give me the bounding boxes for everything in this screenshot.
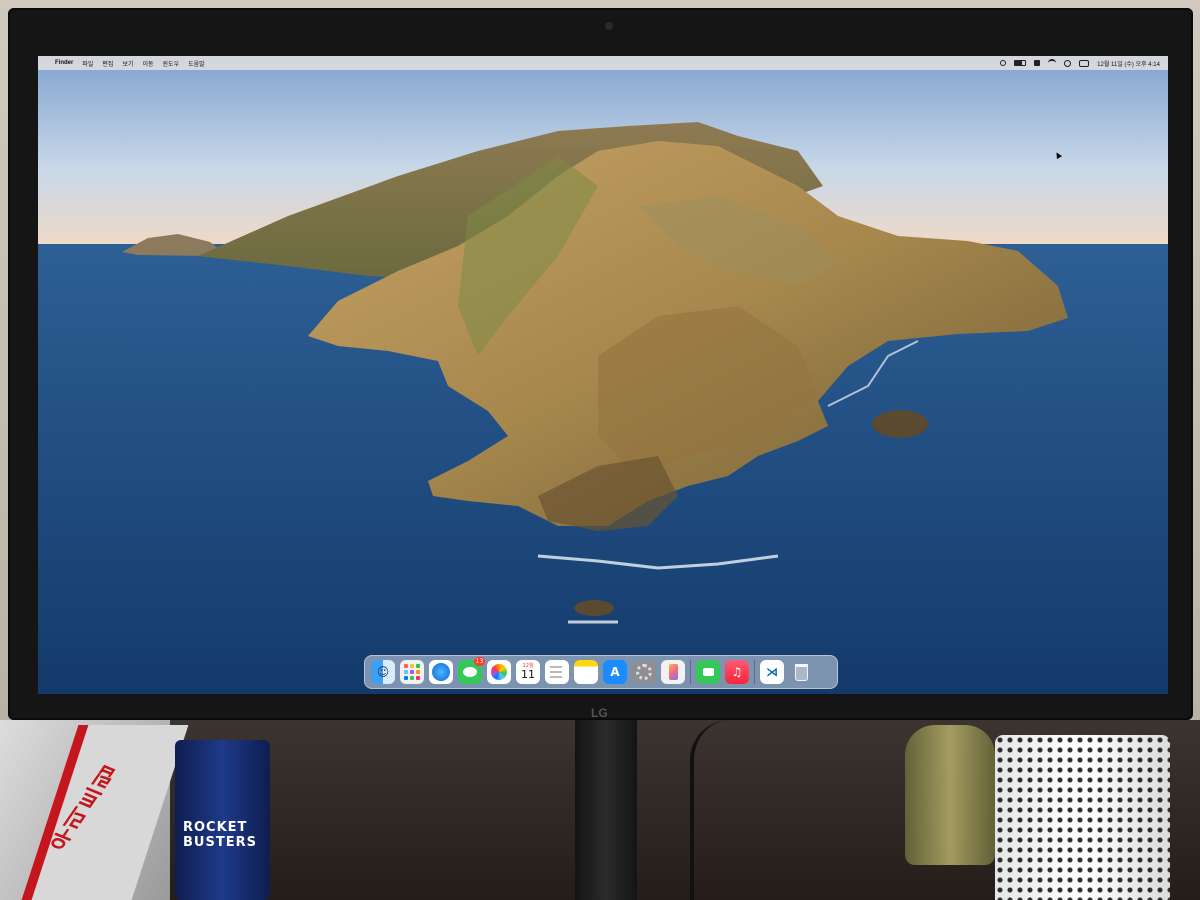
facetime-icon[interactable] (696, 660, 720, 684)
finder-icon[interactable]: ☺ (371, 660, 395, 684)
screen-record-icon[interactable] (1000, 60, 1007, 66)
status-square-icon[interactable] (1034, 60, 1041, 66)
wallpaper (38, 56, 1168, 694)
settings-icon[interactable] (632, 660, 656, 684)
music-icon[interactable]: ♫ (725, 660, 749, 684)
menu-file[interactable]: 파일 (82, 59, 93, 68)
calendar-day: 11 (521, 668, 535, 681)
dock: ☺ 13 12월 11 A ♫ ⋊ (364, 655, 838, 689)
messages-badge: 13 (474, 657, 485, 666)
bottle (905, 725, 995, 865)
desktop-screen: Finder 파일 편집 보기 이동 윈도우 도움말 12월 11일 (수) 오… (38, 56, 1168, 694)
monitor-logo: LG (591, 706, 608, 720)
trash-icon[interactable] (789, 660, 813, 684)
can: ROCKET BUSTERS (175, 740, 270, 900)
can-label: ROCKET BUSTERS (183, 820, 257, 850)
cable (690, 720, 754, 900)
battery-icon[interactable] (1014, 60, 1027, 66)
dock-separator (754, 660, 755, 684)
messages-icon[interactable]: 13 (458, 657, 485, 684)
dock-separator (690, 660, 691, 684)
calendar-icon[interactable]: 12월 11 (516, 660, 540, 684)
wifi-icon[interactable] (1048, 59, 1057, 67)
menubar-clock[interactable]: 12월 11일 (수) 오후 4:14 (1097, 59, 1160, 68)
menu-go[interactable]: 이동 (142, 59, 153, 68)
launchpad-icon[interactable] (400, 660, 424, 684)
safari-icon[interactable] (429, 660, 453, 684)
menu-view[interactable]: 보기 (122, 59, 133, 68)
menu-window[interactable]: 윈도우 (163, 59, 180, 68)
vscode-icon[interactable]: ⋊ (760, 660, 784, 684)
menu-bar: Finder 파일 편집 보기 이동 윈도우 도움말 12월 11일 (수) 오… (38, 56, 1168, 70)
iphone-icon[interactable] (661, 660, 685, 684)
monitor-stand (575, 715, 637, 900)
menu-app-name[interactable]: Finder (55, 60, 73, 66)
control-center-icon[interactable] (1079, 59, 1090, 67)
webcam (605, 22, 613, 30)
photos-icon[interactable] (487, 660, 511, 684)
pen-cup (995, 735, 1170, 900)
notes-icon[interactable] (574, 660, 598, 684)
menu-edit[interactable]: 편집 (102, 59, 113, 68)
reminders-icon[interactable] (545, 660, 569, 684)
app-store-icon[interactable]: A (603, 660, 627, 684)
menu-help[interactable]: 도움말 (188, 59, 205, 68)
spotlight-icon[interactable] (1064, 59, 1072, 67)
